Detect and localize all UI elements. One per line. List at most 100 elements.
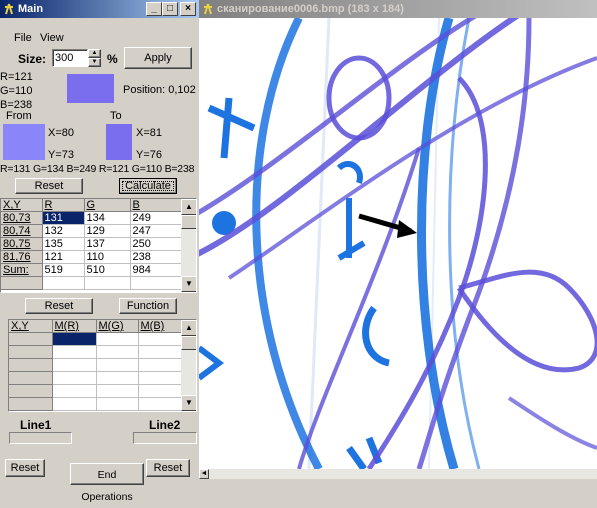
column-header[interactable]: B [130,199,183,212]
reset-left-button[interactable]: Reset [5,459,45,477]
from-color-swatch [3,124,45,160]
table-cell[interactable] [138,358,183,372]
column-header[interactable]: M(R) [52,320,97,333]
row-header[interactable]: 80,74 [1,224,43,238]
table-cell[interactable]: 121 [42,250,85,264]
table-cell[interactable] [42,276,85,290]
table-cell[interactable]: 132 [42,224,85,238]
table-cell[interactable]: 137 [84,237,131,251]
reset-button[interactable]: Reset [15,178,83,194]
column-header[interactable]: R [42,199,85,212]
image-hscrollbar[interactable]: ◄ [199,469,597,479]
table-cell[interactable]: 135 [42,237,85,251]
row-header[interactable] [9,397,53,411]
table-cell[interactable]: 519 [42,263,85,277]
scroll-up-arrow-icon[interactable]: ▲ [181,320,196,336]
table-row: 80,73 131 134 249 [1,211,183,225]
reset-table-button[interactable]: Reset [25,298,93,314]
row-header[interactable] [9,384,53,398]
close-button[interactable]: × [180,2,196,16]
scroll-down-arrow-icon[interactable]: ▼ [181,395,196,411]
table-cell[interactable]: 984 [130,263,183,277]
apply-button[interactable]: Apply [124,47,192,69]
menu-file[interactable]: File [14,32,32,44]
row-header[interactable] [9,332,53,346]
pixel-table-grid: X,Y R G B 80,73 131 134 249 80,74 132 12… [1,199,183,290]
main-titlebar[interactable]: Main _ □ × [0,0,199,18]
scroll-left-arrow-icon[interactable]: ◄ [199,469,209,479]
minimize-button[interactable]: _ [146,2,162,16]
function-button[interactable]: Function [119,298,177,314]
main-title: Main [18,3,44,15]
row-header[interactable]: Sum: [1,263,43,277]
table-cell[interactable] [52,384,97,398]
table-cell[interactable]: 249 [130,211,183,225]
image-titlebar[interactable]: сканирование0006.bmp (183 x 184) [199,0,597,18]
column-header[interactable]: M(G) [96,320,139,333]
table-cell[interactable] [138,371,183,385]
table-cell[interactable] [96,384,139,398]
table-cell[interactable]: 131 [42,211,85,225]
table-cell[interactable] [130,276,183,290]
table-cell[interactable]: 247 [130,224,183,238]
function-table[interactable]: X,Y M(R) M(G) M(B) ▲ ▼ [8,319,197,412]
table-cell[interactable] [52,371,97,385]
table-cell[interactable] [84,276,131,290]
table-cell[interactable]: 238 [130,250,183,264]
table-cell[interactable]: 134 [84,211,131,225]
maximize-button[interactable]: □ [162,2,178,16]
table-row [9,332,183,346]
scroll-thumb[interactable] [181,336,196,350]
current-r: R=121 [0,71,33,83]
table-row [9,397,183,411]
scroll-thumb[interactable] [181,215,196,229]
table-cell[interactable] [138,332,183,346]
row-header[interactable]: 80,75 [1,237,43,251]
row-header[interactable] [1,276,43,290]
table-cell[interactable] [138,397,183,411]
table-cell[interactable] [52,397,97,411]
table-cell[interactable] [138,384,183,398]
table-cell[interactable]: 129 [84,224,131,238]
column-header[interactable]: X,Y [1,199,43,212]
table-cell[interactable] [96,358,139,372]
to-x: X=81 [136,127,162,139]
column-header[interactable]: M(B) [138,320,183,333]
end-operations-button[interactable]: End Operations [70,463,144,503]
table-cell[interactable] [52,358,97,372]
size-input[interactable]: 300 [52,49,88,67]
table-cell[interactable]: 510 [84,263,131,277]
table-cell[interactable] [96,332,139,346]
pixel-table-scrollbar[interactable]: ▲ ▼ [181,199,196,292]
table-cell[interactable] [138,345,183,359]
to-y: Y=76 [136,149,162,161]
table-cell[interactable]: 110 [84,250,131,264]
row-header[interactable] [9,345,53,359]
line2-bar[interactable] [133,432,197,444]
table-cell[interactable] [52,345,97,359]
row-header[interactable]: 81,76 [1,250,43,264]
size-spin-down[interactable]: ▼ [88,58,101,67]
scroll-up-arrow-icon[interactable]: ▲ [181,199,196,215]
menu-view[interactable]: View [40,32,64,44]
table-cell[interactable] [96,397,139,411]
function-table-scrollbar[interactable]: ▲ ▼ [181,320,196,411]
table-cell[interactable] [96,371,139,385]
scroll-down-arrow-icon[interactable]: ▼ [181,276,196,292]
line1-bar[interactable] [9,432,72,444]
table-cell[interactable] [52,332,97,346]
table-row [9,345,183,359]
scanned-image[interactable] [199,18,597,469]
column-header[interactable]: X,Y [9,320,53,333]
row-header[interactable] [9,358,53,372]
calculate-button[interactable]: Calculate [119,178,177,194]
size-spin-up[interactable]: ▲ [88,49,101,58]
table-cell[interactable]: 250 [130,237,183,251]
column-header[interactable]: G [84,199,131,212]
table-cell[interactable] [96,345,139,359]
row-header[interactable]: 80,73 [1,211,43,225]
app-icon [204,3,212,15]
reset-right-button[interactable]: Reset [146,459,190,477]
row-header[interactable] [9,371,53,385]
pixel-table[interactable]: X,Y R G B 80,73 131 134 249 80,74 132 12… [0,198,197,293]
